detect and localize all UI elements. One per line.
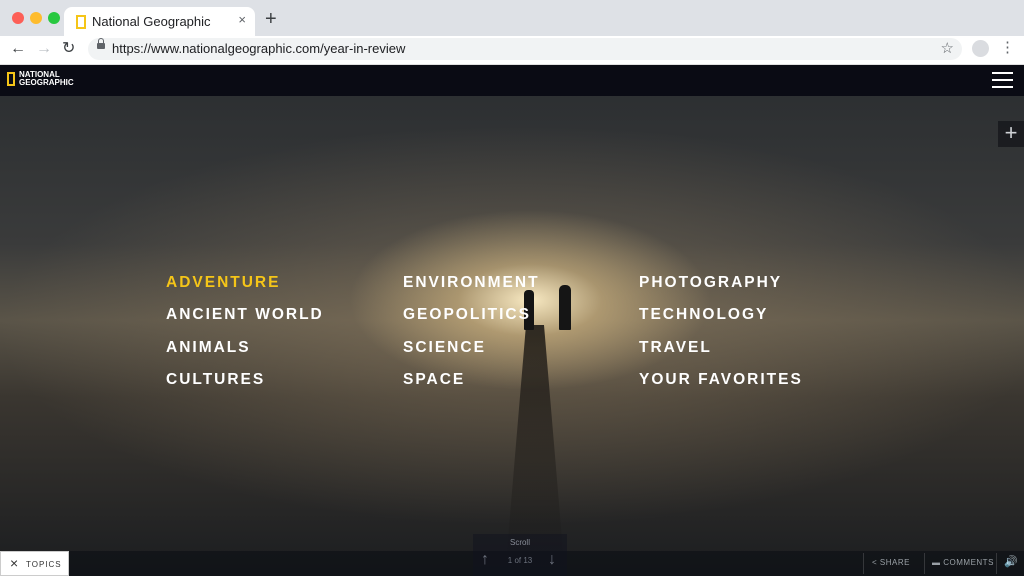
divider [996,553,997,574]
topics-label: TOPICS [26,560,62,569]
topic-science[interactable]: SCIENCE [403,339,486,357]
minimize-window-button[interactable] [30,12,42,24]
scroll-navigator: Scroll ↑ 1 of 13 ↓ [473,534,567,576]
natgeo-favicon-icon [76,15,86,29]
topics-button[interactable]: × TOPICS [0,551,69,576]
comment-bubble-icon: ▬ [932,558,944,567]
maximize-window-button[interactable] [48,12,60,24]
topic-geopolitics[interactable]: GEOPOLITICS [403,306,531,324]
url-text[interactable]: https://www.nationalgeographic.com/year-… [112,41,405,56]
topic-photography[interactable]: PHOTOGRAPHY [639,274,782,292]
browser-titlebar: National Geographic × + [0,0,1024,36]
topic-cultures[interactable]: CULTURES [166,371,265,389]
page-content: NATIONAL GEOGRAPHIC + ADVENTURE ANCIENT … [0,65,1024,576]
share-icon: < [872,558,880,567]
address-bar[interactable]: https://www.nationalgeographic.com/year-… [88,38,962,60]
profile-avatar-icon[interactable] [972,40,989,57]
topic-technology[interactable]: TECHNOLOGY [639,306,768,324]
skier-figure-right [559,285,571,330]
scroll-label: Scroll [509,538,530,547]
tab-title: National Geographic [92,14,211,29]
browser-toolbar: ← → ↻ https://www.nationalgeographic.com… [0,36,1024,65]
topic-animals[interactable]: ANIMALS [166,339,251,357]
browser-menu-icon[interactable]: ⋮ [1000,39,1015,57]
divider [924,553,925,574]
reload-button[interactable]: ↻ [62,39,75,59]
site-header: NATIONAL GEOGRAPHIC [0,65,1024,96]
divider [863,553,864,574]
comments-button[interactable]: ▬ COMMENTS [932,558,994,567]
topic-adventure[interactable]: ADVENTURE [166,274,280,292]
comments-label: COMMENTS [943,558,994,567]
topic-space[interactable]: SPACE [403,371,465,389]
close-icon: × [10,555,19,571]
topic-environment[interactable]: ENVIRONMENT [403,274,540,292]
topic-ancient-world[interactable]: ANCIENT WORLD [166,306,324,324]
share-button[interactable]: < SHARE [872,558,910,567]
close-window-button[interactable] [12,12,24,24]
back-button[interactable]: ← [10,39,26,59]
lock-icon [97,38,105,49]
bookmark-star-icon[interactable]: ☆ [941,39,954,57]
arrow-down-icon[interactable]: ↓ [548,551,556,569]
add-button[interactable]: + [998,121,1024,147]
forward-button[interactable]: → [36,39,52,59]
natgeo-yellow-border-icon [7,72,15,86]
topic-travel[interactable]: TRAVEL [639,339,712,357]
sound-icon[interactable]: 🔊 [1004,555,1018,568]
new-tab-button[interactable]: + [265,9,277,29]
hamburger-menu-icon[interactable] [992,72,1013,89]
logo-line-2: GEOGRAPHIC [19,78,74,87]
tab-close-icon[interactable]: × [238,12,246,27]
share-label: SHARE [879,558,910,567]
browser-tab[interactable]: National Geographic × [64,7,255,36]
topic-your-favorites[interactable]: YOUR FAVORITES [639,371,803,389]
